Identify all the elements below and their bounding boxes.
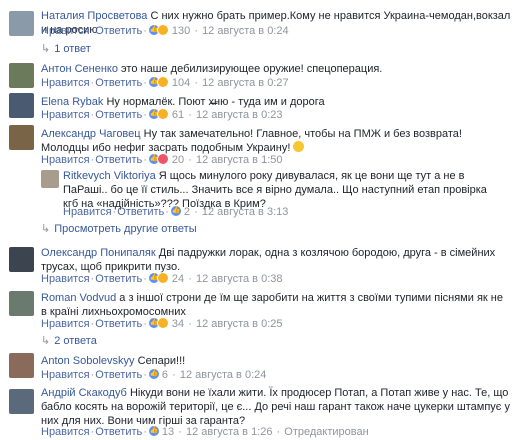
edited-label[interactable]: Отредактирован [284,426,368,438]
avatar[interactable] [9,125,34,150]
author-name[interactable]: Андрій Скакодуб [41,387,127,399]
smile-emoji-icon [293,141,305,152]
reactions-icon[interactable]: 👍 [147,24,172,36]
reply-button[interactable]: Ответить [95,154,142,166]
author-name[interactable]: Олександр Понипаляк [41,247,156,259]
reactions-icon[interactable]: 👍 [147,317,172,329]
reply-button[interactable]: Ответить [95,25,142,37]
author-name[interactable]: Anton Sobolevskyy [41,355,135,367]
reactions-icon[interactable]: 👍 [147,153,172,165]
reactions-icon[interactable]: 👍 [147,425,162,437]
like-button[interactable]: Нравится [41,369,90,381]
like-button[interactable]: Нравится [41,154,90,166]
reply-button[interactable]: Ответить [95,109,142,121]
author-name[interactable]: Антон Сененко [41,63,118,75]
like-button[interactable]: Нравится [41,109,90,121]
reply-button[interactable]: Ответить [95,369,142,381]
author-name[interactable]: Elena Rybak [41,96,103,108]
reply-arrow-icon: ↳ [41,43,51,55]
comment-text: Ну нормалёк. Поют х̶̶̶̶̶ню - туда им и д… [106,96,325,108]
reaction-count[interactable]: 130 [172,25,190,37]
avatar[interactable] [9,389,34,414]
timestamp[interactable]: 12 августа в 0:25 [196,318,283,330]
timestamp[interactable]: 12 августа в 0:27 [202,77,289,89]
reaction-count[interactable]: 61 [172,109,184,121]
reactions-icon[interactable]: 👍 [147,108,172,120]
reaction-count[interactable]: 20 [172,154,184,166]
timestamp[interactable]: 12 августа в 0:24 [180,369,267,381]
avatar[interactable] [41,170,59,188]
reaction-count[interactable]: 6 [162,369,168,381]
like-button[interactable]: Нравится [41,318,90,330]
timestamp[interactable]: 12 августа в 0:23 [196,109,283,121]
reply-button[interactable]: Ответить [95,318,142,330]
comment-text: это наше дебилизирующее оружие! спецопер… [121,63,383,75]
timestamp[interactable]: 12 августа в 0:24 [202,25,289,37]
view-other-replies-link[interactable]: ↳ Просмотреть другие ответы [41,222,197,235]
reaction-count[interactable]: 24 [172,273,184,285]
reaction-count[interactable]: 2 [184,206,190,218]
reply-button[interactable]: Ответить [95,77,142,89]
reply-button[interactable]: Ответить [95,426,142,438]
reply-arrow-icon: ↳ [41,335,51,347]
avatar[interactable] [9,291,34,316]
like-button[interactable]: Нравится [41,25,90,37]
avatar[interactable] [9,93,34,118]
timestamp[interactable]: 12 августа в 0:38 [196,273,283,285]
avatar[interactable] [9,247,34,272]
avatar[interactable] [9,353,34,378]
timestamp[interactable]: 12 августа в 3:13 [202,206,289,218]
like-button[interactable]: Нравится [41,77,90,89]
author-name[interactable]: Roman Vodvud [41,292,116,304]
reactions-icon[interactable]: 👍 [147,272,172,284]
reaction-count[interactable]: 34 [172,318,184,330]
author-name[interactable]: Наталия Просветова [41,10,147,22]
timestamp[interactable]: 12 августа в 1:50 [196,154,283,166]
like-button[interactable]: Нравится [41,273,90,285]
view-replies-link[interactable]: ↳ 2 ответа [41,334,97,347]
reactions-icon[interactable]: 👍 [147,76,172,88]
view-replies-link[interactable]: ↳ 1 ответ [41,42,91,55]
author-name[interactable]: Ritkevych Viktoriya [63,170,156,182]
reactions-icon[interactable]: 👍 [169,205,184,217]
author-name[interactable]: Александр Чаговец [41,128,141,140]
reactions-icon[interactable]: 👍 [147,368,162,380]
like-button[interactable]: Нравится [41,426,90,438]
reaction-count[interactable]: 104 [172,77,190,89]
timestamp[interactable]: 12 августа в 1:26 [186,426,273,438]
comment-text: Сепари!!! [137,355,186,367]
avatar[interactable] [9,11,34,36]
reply-button[interactable]: Ответить [95,273,142,285]
reply-arrow-icon: ↳ [41,223,51,235]
reaction-count[interactable]: 13 [162,426,174,438]
reply-button[interactable]: Ответить [117,206,164,218]
like-button[interactable]: Нравится [63,206,112,218]
avatar[interactable] [9,63,34,88]
